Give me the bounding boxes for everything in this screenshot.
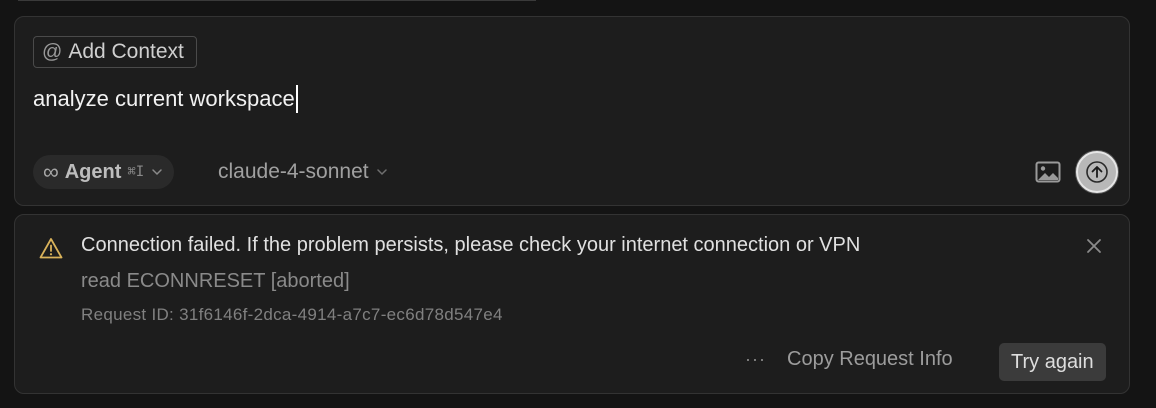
mode-shortcut: ⌘I (127, 164, 145, 180)
image-icon[interactable] (1035, 161, 1061, 183)
top-divider (18, 0, 536, 1)
arrow-up-icon (1086, 161, 1108, 183)
prompt-input[interactable]: analyze current workspace (33, 85, 298, 113)
error-detail: read ECONNRESET [aborted] (81, 270, 350, 292)
more-options-button[interactable]: ··· (745, 349, 766, 370)
mode-label: Agent (64, 160, 122, 183)
text-caret (295, 85, 298, 113)
error-title: Connection failed. If the problem persis… (81, 234, 861, 256)
at-icon: @ (42, 41, 63, 63)
try-again-button[interactable]: Try again (999, 343, 1106, 381)
model-selector[interactable]: claude-4-sonnet (218, 155, 389, 189)
copy-request-info-button[interactable]: Copy Request Info (787, 348, 953, 371)
prompt-text: analyze current workspace (33, 86, 295, 111)
chat-composer: @ Add Context analyze current workspace … (14, 16, 1130, 206)
close-icon[interactable] (1083, 235, 1105, 257)
request-id: Request ID: 31f6146f-2dca-4914-a7c7-ec6d… (81, 305, 503, 324)
warning-icon (39, 238, 63, 259)
mode-selector[interactable]: ∞ Agent ⌘I (33, 155, 175, 189)
error-banner: Connection failed. If the problem persis… (14, 214, 1130, 394)
add-context-button[interactable]: @ Add Context (33, 36, 197, 68)
chevron-down-icon (152, 169, 162, 176)
chevron-down-icon (376, 169, 387, 176)
model-label: claude-4-sonnet (218, 160, 369, 183)
add-context-label: Add Context (68, 40, 184, 63)
send-button[interactable] (1076, 151, 1118, 193)
infinity-icon: ∞ (43, 159, 59, 184)
try-again-label: Try again (1011, 350, 1094, 373)
